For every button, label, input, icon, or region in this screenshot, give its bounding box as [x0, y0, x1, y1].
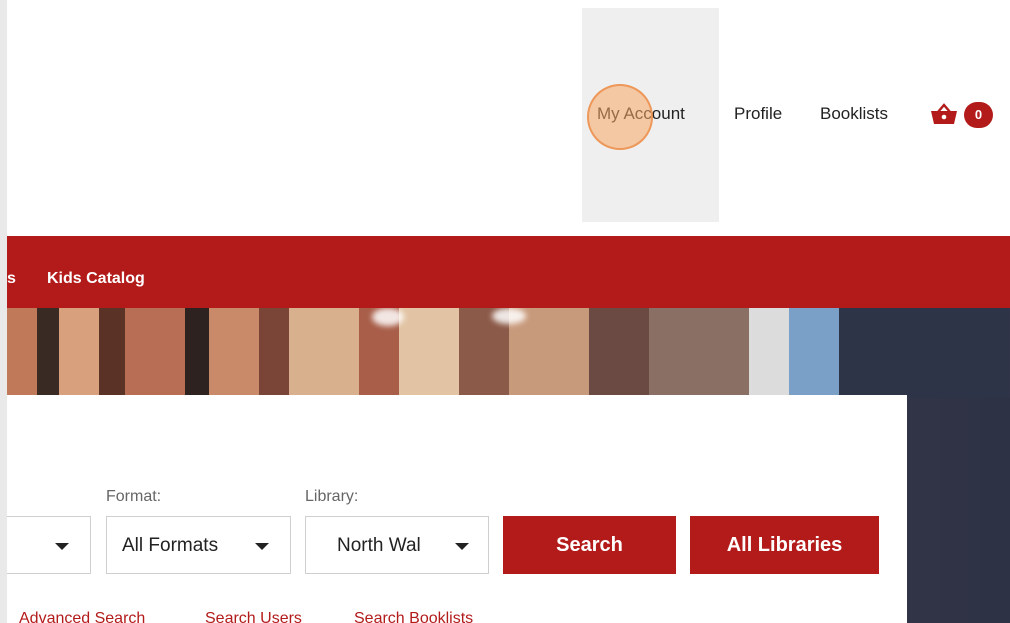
- shelf-book: [125, 308, 185, 398]
- search-booklists-link[interactable]: Search Booklists: [354, 610, 473, 623]
- shelf-book: [589, 308, 649, 398]
- library-label: Library:: [305, 488, 359, 505]
- shelf-book: [289, 308, 359, 398]
- search-users-link[interactable]: Search Users: [205, 610, 302, 623]
- library-select[interactable]: North Wal: [305, 516, 489, 574]
- light-glow: [372, 308, 404, 326]
- menu-item-partial[interactable]: s: [7, 269, 16, 289]
- format-select-value: All Formats: [122, 535, 219, 556]
- search-type-select[interactable]: [7, 516, 91, 574]
- shelf-book: [7, 308, 37, 398]
- advanced-search-link[interactable]: Advanced Search: [19, 610, 145, 623]
- nav-my-account[interactable]: My Account: [597, 103, 685, 125]
- format-select[interactable]: All Formats: [106, 516, 291, 574]
- shelf-book: [209, 308, 259, 398]
- format-label: Format:: [106, 488, 162, 505]
- all-libraries-button[interactable]: All Libraries: [690, 516, 879, 574]
- nav-profile[interactable]: Profile: [734, 103, 782, 125]
- search-panel: [7, 395, 907, 623]
- basket-icon[interactable]: [930, 103, 958, 125]
- shelf-book: [37, 308, 59, 398]
- main-menu-bar: s Kids Catalog: [7, 236, 1010, 308]
- nav-booklists[interactable]: Booklists: [820, 103, 888, 125]
- light-glow: [492, 308, 526, 324]
- caret-down-icon: [455, 543, 469, 550]
- shelf-book: [259, 308, 289, 398]
- shelf-book: [399, 308, 459, 398]
- shelf-book: [839, 308, 1009, 398]
- shelf-book: [59, 308, 99, 398]
- shelf-book: [749, 308, 789, 398]
- shelf-book: [789, 308, 839, 398]
- shelf-book: [99, 308, 125, 398]
- library-select-value: North Wal: [337, 535, 421, 556]
- left-edge-strip: [0, 0, 7, 623]
- caret-down-icon: [255, 543, 269, 550]
- menu-item-kids-catalog[interactable]: Kids Catalog: [47, 269, 145, 289]
- shelf-book: [185, 308, 209, 398]
- caret-down-icon: [55, 543, 69, 550]
- shelf-book: [649, 308, 749, 398]
- search-button[interactable]: Search: [503, 516, 676, 574]
- cart-count-badge[interactable]: 0: [964, 102, 993, 128]
